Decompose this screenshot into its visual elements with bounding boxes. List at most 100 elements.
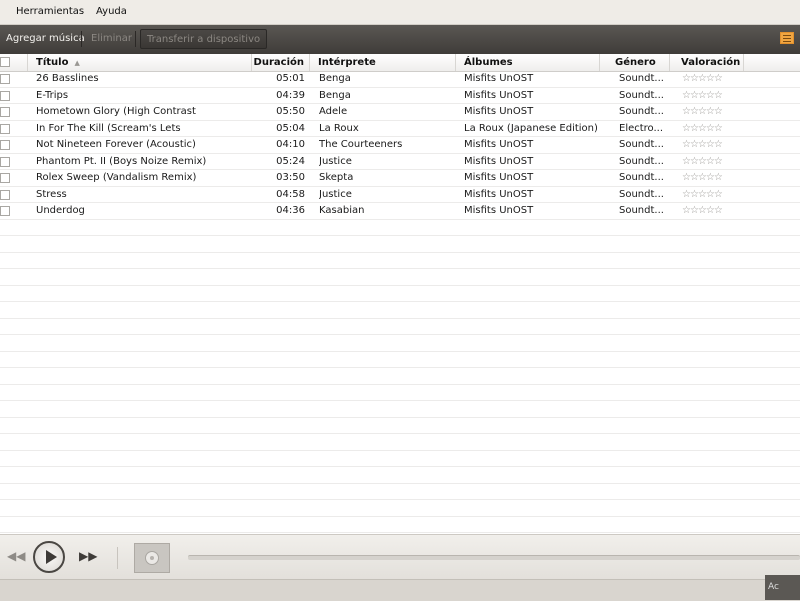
play-icon <box>46 550 57 564</box>
column-header-genre[interactable]: Género <box>600 54 670 71</box>
track-genre: Electro... <box>619 122 664 134</box>
track-album: Misfits UnOST <box>464 89 534 101</box>
row-checkbox[interactable] <box>0 206 10 216</box>
list-view-icon[interactable] <box>780 32 794 44</box>
toolbar: Agregar música Eliminar Transferir a dis… <box>0 25 800 55</box>
track-genre: Soundt... <box>619 139 664 150</box>
empty-row <box>0 319 800 335</box>
track-duration: 05:24 <box>276 155 305 167</box>
play-button[interactable] <box>33 541 65 573</box>
rating-stars[interactable]: ☆☆☆☆☆ <box>682 104 723 120</box>
track-title: Underdog <box>36 205 85 216</box>
table-row[interactable]: Hometown Glory (High Contrast 05:50 Adel… <box>0 104 800 121</box>
track-album: Misfits UnOST <box>464 155 534 167</box>
empty-row <box>0 401 800 418</box>
rating-stars[interactable]: ☆☆☆☆☆ <box>682 187 723 203</box>
row-checkbox[interactable] <box>0 74 10 84</box>
remove-button[interactable]: Eliminar <box>85 29 138 49</box>
add-music-button[interactable]: Agregar música <box>0 29 91 49</box>
track-title: In For The Kill (Scream's Lets <box>36 122 181 134</box>
column-header-title[interactable]: Título ▲ <box>28 54 252 71</box>
row-checkbox[interactable] <box>0 189 10 200</box>
track-genre: Soundt... <box>619 188 664 200</box>
table-row[interactable]: In For The Kill (Scream's Lets 05:04 La … <box>0 121 800 137</box>
track-title: Stress <box>36 188 67 200</box>
menu-ayuda[interactable]: Ayuda <box>96 6 127 17</box>
row-checkbox[interactable] <box>0 90 10 101</box>
track-duration: 04:39 <box>276 89 305 101</box>
corner-overlay: Ac <box>765 575 800 600</box>
empty-row <box>0 385 800 401</box>
empty-rows <box>0 220 800 533</box>
table-header: Título ▲ Duración Intérprete Álbumes Géne… <box>0 54 800 72</box>
menu-herramientas[interactable]: Herramientas <box>16 6 84 17</box>
track-title: Rolex Sweep (Vandalism Remix) <box>36 172 197 183</box>
empty-row <box>0 368 800 385</box>
status-bar <box>0 579 800 601</box>
player-separator <box>117 547 118 569</box>
track-genre: Soundt... <box>619 89 664 101</box>
column-header-album[interactable]: Álbumes <box>456 54 600 71</box>
rewind-icon[interactable]: ◀◀ <box>7 549 25 563</box>
rating-stars[interactable]: ☆☆☆☆☆ <box>682 170 723 186</box>
row-checkbox[interactable] <box>0 107 10 117</box>
rating-stars[interactable]: ☆☆☆☆☆ <box>682 88 723 104</box>
track-album: La Roux (Japanese Edition) <box>464 122 598 134</box>
row-checkbox[interactable] <box>0 173 10 183</box>
table-row[interactable]: Stress 04:58 Justice Misfits UnOST Sound… <box>0 187 800 203</box>
track-genre: Soundt... <box>619 205 664 216</box>
track-duration: 05:50 <box>276 106 305 117</box>
track-album: Misfits UnOST <box>464 73 534 84</box>
rating-stars[interactable]: ☆☆☆☆☆ <box>682 71 723 87</box>
album-art <box>134 543 170 573</box>
column-header-rating[interactable]: Valoración <box>670 54 744 71</box>
empty-row <box>0 302 800 319</box>
column-header-duration[interactable]: Duración <box>252 54 310 71</box>
empty-row <box>0 418 800 434</box>
row-checkbox[interactable] <box>0 156 10 167</box>
track-artist: Kasabian <box>319 205 365 216</box>
progress-track[interactable] <box>188 555 800 560</box>
select-all-checkbox[interactable] <box>0 57 10 67</box>
track-album: Misfits UnOST <box>464 139 534 150</box>
menu-bar: Herramientas Ayuda <box>0 0 800 25</box>
empty-row <box>0 335 800 352</box>
table-row[interactable]: Not Nineteen Forever (Acoustic) 04:10 Th… <box>0 137 800 154</box>
row-checkbox[interactable] <box>0 123 10 134</box>
empty-row <box>0 352 800 368</box>
toolbar-separator <box>135 31 136 47</box>
rating-stars[interactable]: ☆☆☆☆☆ <box>682 137 723 153</box>
rating-stars[interactable]: ☆☆☆☆☆ <box>682 121 723 137</box>
player-bar: ◀◀ ▶▶ <box>0 534 800 579</box>
track-artist: Skepta <box>319 172 354 183</box>
empty-row <box>0 451 800 467</box>
empty-row <box>0 269 800 286</box>
rating-stars[interactable]: ☆☆☆☆☆ <box>682 203 723 219</box>
track-artist: The Courteeners <box>319 139 403 150</box>
table-row[interactable]: Phantom Pt. II (Boys Noize Remix) 05:24 … <box>0 154 800 170</box>
column-header-artist[interactable]: Intérprete <box>310 54 456 71</box>
table-row[interactable]: Rolex Sweep (Vandalism Remix) 03:50 Skep… <box>0 170 800 187</box>
track-duration: 04:10 <box>276 139 305 150</box>
track-title: 26 Basslines <box>36 73 99 84</box>
table-row[interactable]: 26 Basslines 05:01 Benga Misfits UnOST S… <box>0 71 800 88</box>
track-title: Not Nineteen Forever (Acoustic) <box>36 139 196 150</box>
track-table: Título ▲ Duración Intérprete Álbumes Géne… <box>0 54 800 534</box>
track-duration: 05:01 <box>276 73 305 84</box>
track-artist: Justice <box>319 155 352 167</box>
empty-row <box>0 484 800 500</box>
empty-row <box>0 253 800 269</box>
table-row[interactable]: Underdog 04:36 Kasabian Misfits UnOST So… <box>0 203 800 220</box>
fast-forward-icon[interactable]: ▶▶ <box>79 549 97 563</box>
track-title: Hometown Glory (High Contrast <box>36 106 196 117</box>
table-row[interactable]: E-Trips 04:39 Benga Misfits UnOST Soundt… <box>0 88 800 104</box>
track-artist: Justice <box>319 188 352 200</box>
empty-row <box>0 286 800 302</box>
rating-stars[interactable]: ☆☆☆☆☆ <box>682 154 723 170</box>
track-title: E-Trips <box>36 89 69 101</box>
row-checkbox[interactable] <box>0 140 10 150</box>
disc-icon <box>145 551 159 565</box>
track-artist: La Roux <box>319 122 359 134</box>
toolbar-separator <box>81 31 82 47</box>
transfer-to-device-button[interactable]: Transferir a dispositivo <box>140 29 268 49</box>
